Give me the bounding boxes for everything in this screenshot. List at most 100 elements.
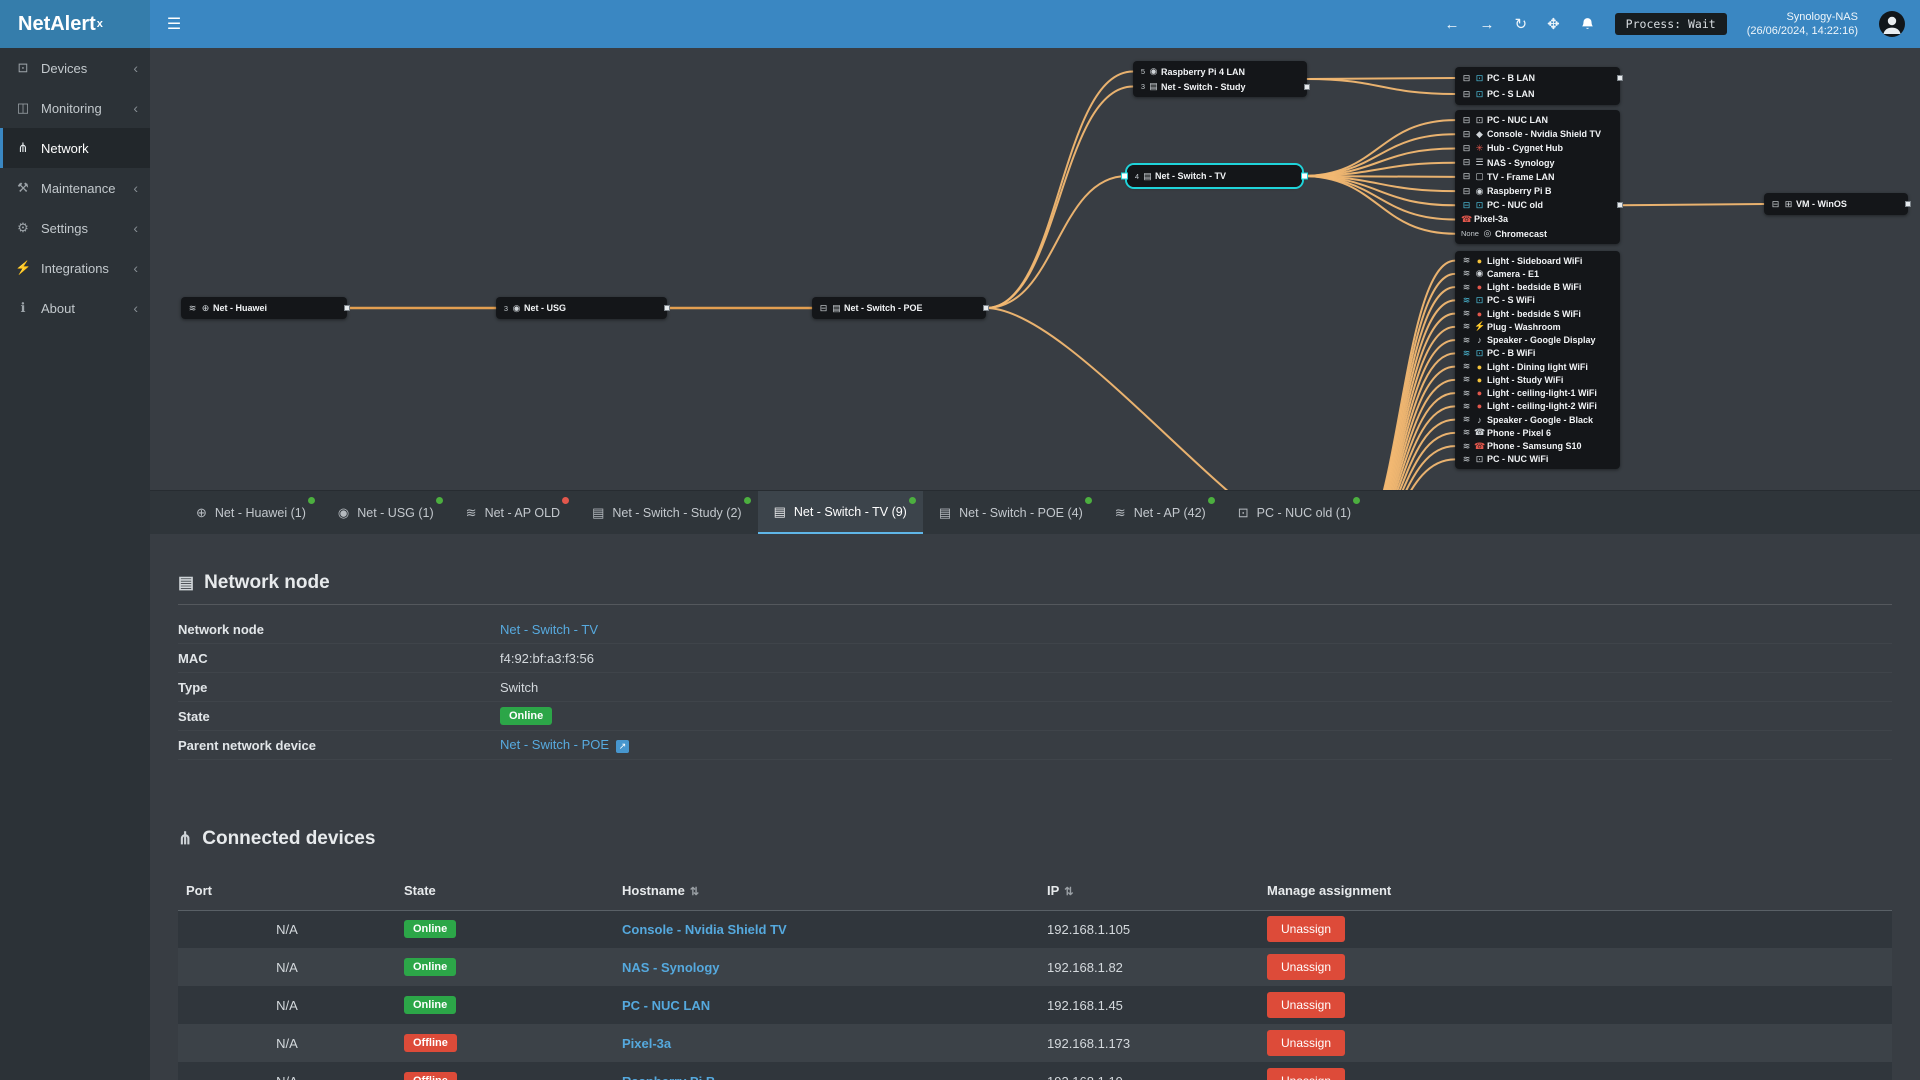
- topology-node-huawei[interactable]: ≋ ⊕ Net - Huawei: [181, 297, 350, 319]
- tab-label: Net - AP OLD: [484, 505, 561, 520]
- topology-device-row[interactable]: ≋ ◉ Camera - E1: [1455, 267, 1620, 280]
- forward-icon[interactable]: →: [1480, 16, 1495, 33]
- topology-device-row[interactable]: ≋ ● Light - bedside S WiFi: [1455, 307, 1620, 320]
- bell-icon[interactable]: [1580, 17, 1595, 32]
- topology-device-row[interactable]: ≋ ● Light - Dining light WiFi: [1455, 360, 1620, 373]
- topology-device-row[interactable]: ≋ ☎ Phone - Pixel 6: [1455, 426, 1620, 439]
- tab-label: Net - Huawei (1): [214, 505, 306, 520]
- tab-net-switch-study-2[interactable]: ▤ Net - Switch - Study (2): [576, 491, 758, 534]
- tab-net-switch-tv-9[interactable]: ▤ Net - Switch - TV (9): [757, 491, 923, 534]
- topology-node-poe[interactable]: ⊟ ▤ Net - Switch - POE: [812, 297, 989, 319]
- topology-device-row[interactable]: ≋ ● Light - ceiling-light-2 WiFi: [1455, 400, 1620, 413]
- topology-device-row[interactable]: ⊟ ⊞ VM - WinOS: [1764, 196, 1908, 212]
- column-header-ip[interactable]: IP ⇅: [1039, 872, 1259, 911]
- topology-device-row[interactable]: ⊟ ▢ TV - Frame LAN: [1455, 170, 1620, 184]
- topology-device-row[interactable]: 4 ▤ Net - Switch - TV: [1127, 168, 1302, 184]
- topology-node-wifi[interactable]: ≋ ● Light - Sideboard WiFi ≋ ◉ Camera - E1 ≋ ● L…: [1455, 251, 1620, 469]
- port-handle[interactable]: [1905, 201, 1911, 207]
- topology-device-row[interactable]: ⊟ ◆ Console - Nvidia Shield TV: [1455, 127, 1620, 141]
- avatar[interactable]: [1878, 10, 1906, 38]
- topology-device-row[interactable]: ☎ Pixel-3a: [1455, 212, 1620, 226]
- topology-device-row[interactable]: ≋ ⊡ PC - S WiFi: [1455, 294, 1620, 307]
- unassign-button[interactable]: Unassign: [1267, 954, 1346, 980]
- topology-device-row[interactable]: ⊟ ⊡ PC - NUC LAN: [1455, 113, 1620, 127]
- port-handle[interactable]: [1617, 75, 1623, 81]
- topology-device-row[interactable]: ≋ ♪ Speaker - Google - Black: [1455, 413, 1620, 426]
- sort-icon[interactable]: ⇅: [690, 886, 699, 898]
- topology-node-vm[interactable]: ⊟ ⊞ VM - WinOS: [1764, 193, 1911, 215]
- sidebar-item-maintenance[interactable]: ⚒ Maintenance ‹: [0, 168, 150, 208]
- cell-hostname: Raspberry Pi B: [614, 1062, 1039, 1080]
- topology-device-row[interactable]: ⊟ ◉ Raspberry Pi B: [1455, 184, 1620, 198]
- tab-net-switch-poe-4[interactable]: ▤ Net - Switch - POE (4): [923, 491, 1099, 534]
- port-handle[interactable]: [344, 305, 350, 311]
- tab-pc-nuc-old-1[interactable]: ⊡ PC - NUC old (1): [1222, 491, 1367, 534]
- sidebar-item-about[interactable]: ℹ About ‹: [0, 288, 150, 328]
- topology-device-row[interactable]: ⊟ ▤ Net - Switch - POE: [812, 300, 986, 316]
- device-link[interactable]: PC - NUC LAN: [622, 998, 710, 1013]
- topology-device-row[interactable]: ⊟ ✳ Hub - Cygnet Hub: [1455, 141, 1620, 155]
- topology-device-row[interactable]: 3 ◉ Net - USG: [496, 300, 667, 316]
- topology-device-row[interactable]: 5 ◉ Raspberry Pi 4 LAN: [1133, 64, 1307, 79]
- sidebar-item-network[interactable]: ⋔ Network: [0, 128, 150, 168]
- vm-icon: ⊞: [1784, 198, 1793, 209]
- topology-node-usg[interactable]: 3 ◉ Net - USG: [496, 297, 670, 319]
- unassign-button[interactable]: Unassign: [1267, 1068, 1346, 1080]
- app-logo[interactable]: NetAlert x: [0, 0, 150, 48]
- topology-device-row[interactable]: 3 ▤ Net - Switch - Study: [1133, 79, 1307, 94]
- parent-node-link[interactable]: Net - Switch - POE: [500, 737, 609, 752]
- tab-net-ap-42[interactable]: ≋ Net - AP (42): [1099, 491, 1222, 534]
- topology-device-row[interactable]: ⊟ ☰ NAS - Synology: [1455, 156, 1620, 170]
- external-link-icon[interactable]: ↗: [616, 739, 630, 753]
- topology-device-row[interactable]: ≋ ● Light - ceiling-light-1 WiFi: [1455, 387, 1620, 400]
- device-link[interactable]: Pixel-3a: [622, 1036, 671, 1051]
- tab-net-huawei-1[interactable]: ⊕ Net - Huawei (1): [180, 491, 322, 534]
- unassign-button[interactable]: Unassign: [1267, 992, 1346, 1018]
- device-link[interactable]: Raspberry Pi B: [622, 1074, 715, 1080]
- sidebar-item-settings[interactable]: ⚙ Settings ‹: [0, 208, 150, 248]
- node-link[interactable]: Net - Switch - TV: [500, 622, 598, 637]
- sidebar-toggle[interactable]: ☰: [150, 0, 198, 48]
- topology-device-row[interactable]: ≋ ● Light - Study WiFi: [1455, 373, 1620, 386]
- topology-device-row[interactable]: ≋ ⚡ Plug - Washroom: [1455, 320, 1620, 333]
- topology-device-row[interactable]: ⊟ ⊡ PC - B LAN: [1455, 70, 1620, 86]
- camera-icon: ◉: [1475, 268, 1484, 279]
- topology-device-row[interactable]: ⊟ ⊡ PC - S LAN: [1455, 86, 1620, 102]
- pc-icon: ⊡: [1475, 347, 1484, 358]
- topology-node-tv[interactable]: 4 ▤ Net - Switch - TV: [1121, 165, 1308, 187]
- sidebar-item-devices[interactable]: ⊡ Devices ‹: [0, 48, 150, 88]
- port-handle[interactable]: [1304, 83, 1310, 90]
- sort-icon[interactable]: ⇅: [1064, 886, 1073, 898]
- tab-net-usg-1[interactable]: ◉ Net - USG (1): [322, 491, 450, 534]
- topology-device-row[interactable]: ≋ ⊡ PC - B WiFi: [1455, 347, 1620, 360]
- topology-node-pcbs[interactable]: ⊟ ⊡ PC - B LAN ⊟ ⊡ PC - S LAN: [1455, 67, 1623, 105]
- topology-device-row[interactable]: ≋ ☎ Phone - Samsung S10: [1455, 440, 1620, 453]
- selection-handle[interactable]: [1301, 172, 1308, 180]
- unassign-button[interactable]: Unassign: [1267, 916, 1346, 943]
- tab-net-ap-old[interactable]: ≋ Net - AP OLD: [450, 491, 576, 534]
- column-header-hostname[interactable]: Hostname ⇅: [614, 872, 1039, 911]
- unassign-button[interactable]: Unassign: [1267, 1030, 1346, 1056]
- selection-handle[interactable]: [1121, 172, 1128, 180]
- sidebar-item-monitoring[interactable]: ◫ Monitoring ‹: [0, 88, 150, 128]
- port-handle[interactable]: [983, 305, 989, 311]
- move-icon[interactable]: ✥: [1547, 15, 1560, 33]
- device-label: PC - S LAN: [1487, 89, 1535, 99]
- sidebar-item-integrations[interactable]: ⚡ Integrations ‹: [0, 248, 150, 288]
- topology-device-row[interactable]: ≋ ⊕ Net - Huawei: [181, 300, 347, 316]
- device-link[interactable]: NAS - Synology: [622, 960, 720, 975]
- topology-node-tvdev[interactable]: ⊟ ⊡ PC - NUC LAN ⊟ ◆ Console - Nvidia Shield …: [1455, 110, 1623, 244]
- port-handle[interactable]: [1617, 202, 1623, 209]
- topology-device-row[interactable]: ≋ ♪ Speaker - Google Display: [1455, 334, 1620, 347]
- port-handle[interactable]: [664, 305, 670, 311]
- refresh-icon[interactable]: ↻: [1515, 15, 1528, 33]
- topology-device-row[interactable]: ⊟ ⊡ PC - NUC old: [1455, 198, 1620, 212]
- topology-node-study[interactable]: 5 ◉ Raspberry Pi 4 LAN 3 ▤ Net - Switch - Stu…: [1133, 61, 1310, 97]
- topology-device-row[interactable]: ≋ ● Light - Sideboard WiFi: [1455, 254, 1620, 267]
- back-icon[interactable]: ←: [1445, 16, 1460, 33]
- process-status-badge[interactable]: Process: Wait: [1614, 13, 1727, 35]
- device-link[interactable]: Console - Nvidia Shield TV: [622, 922, 787, 937]
- topology-device-row[interactable]: ≋ ⊡ PC - NUC WiFi: [1455, 453, 1620, 466]
- topology-device-row[interactable]: ≋ ● Light - bedside B WiFi: [1455, 281, 1620, 294]
- topology-device-row[interactable]: None ◎ Chromecast: [1455, 227, 1620, 241]
